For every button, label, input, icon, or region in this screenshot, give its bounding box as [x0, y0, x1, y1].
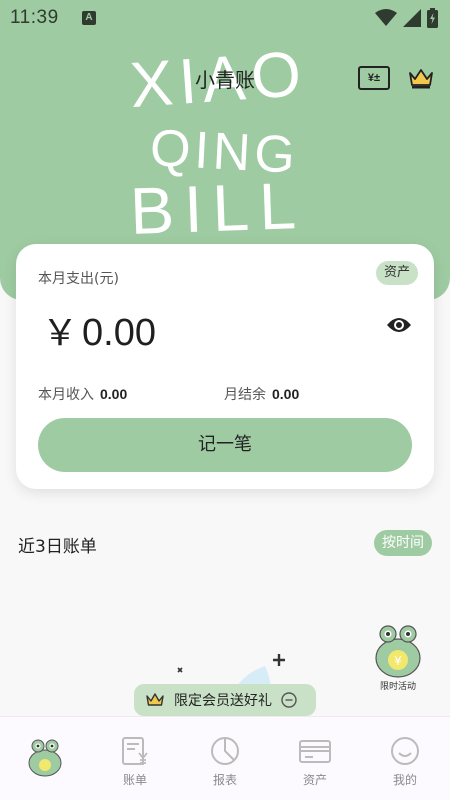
nav-item-reports[interactable]: 报表: [180, 717, 270, 800]
svg-text:¥: ¥: [394, 654, 402, 668]
record-entry-button[interactable]: 记一笔: [38, 418, 412, 472]
balance-label: 月结余: [224, 387, 266, 403]
nav-label-profile: 我的: [392, 773, 417, 787]
vip-promo-banner[interactable]: 限定会员送好礼: [134, 684, 316, 716]
currency-symbol: ￥: [42, 312, 79, 353]
wifi-icon: [375, 9, 397, 26]
limited-event-label[interactable]: 限时活动: [368, 679, 428, 692]
status-icons: [375, 8, 438, 28]
balance-value: 0.00: [272, 386, 300, 402]
signal-icon: [403, 9, 421, 27]
battery-icon: [427, 8, 438, 28]
accessibility-notification-icon: A: [82, 11, 96, 25]
sort-by-time-button[interactable]: 按时间: [374, 530, 432, 556]
monthly-balance: 月结余 0.00: [224, 384, 299, 404]
crown-icon: [146, 693, 164, 706]
nav-item-bills[interactable]: 账单: [90, 717, 180, 800]
calculator-icon: ¥±: [367, 72, 381, 84]
recent-bills-title: 近3日账单: [18, 537, 97, 557]
bottom-navigation: 账单 报表 资产 我的: [0, 716, 450, 800]
frog-mascot-icon[interactable]: ¥: [372, 622, 424, 678]
status-time: 11:39: [10, 7, 59, 28]
nav-label-assets: 资产: [302, 773, 327, 787]
nav-label-bills: 账单: [122, 773, 147, 787]
eye-icon[interactable]: [386, 316, 412, 334]
asset-button[interactable]: 资产: [375, 261, 418, 285]
expense-value: 0.00: [82, 312, 156, 354]
nav-item-profile[interactable]: 我的: [360, 717, 450, 800]
home-screen: 11:39 A XIAO QING BILL 小青账 ¥± 本月支出(元) 资产…: [0, 0, 450, 800]
monthly-summary-card: 本月支出(元) 资产 ￥ 0.00 本月收入 0.00 月结余 0.00 记一笔: [16, 244, 434, 489]
profile-icon: [391, 737, 419, 765]
nav-item-home[interactable]: [0, 717, 90, 800]
vip-crown-icon[interactable]: [407, 66, 435, 90]
frog-mascot-icon: [28, 739, 62, 777]
calculator-button[interactable]: ¥±: [358, 66, 390, 90]
income-label: 本月收入: [38, 387, 94, 403]
asset-card-icon: [299, 740, 331, 763]
monthly-income: 本月收入 0.00: [38, 384, 127, 404]
nav-item-assets[interactable]: 资产: [270, 717, 360, 800]
promo-text: 限定会员送好礼: [174, 693, 272, 709]
income-value: 0.00: [100, 386, 128, 402]
status-bar: 11:39 A: [0, 0, 450, 36]
minus-circle-icon[interactable]: [281, 692, 297, 708]
monthly-expense-amount: ￥ 0.00: [42, 304, 156, 356]
monthly-expense-label: 本月支出(元): [38, 271, 119, 287]
report-icon: [211, 737, 239, 765]
bill-icon: [122, 737, 148, 765]
decor-text-bill: BILL: [128, 167, 308, 249]
nav-label-reports: 报表: [212, 773, 237, 787]
